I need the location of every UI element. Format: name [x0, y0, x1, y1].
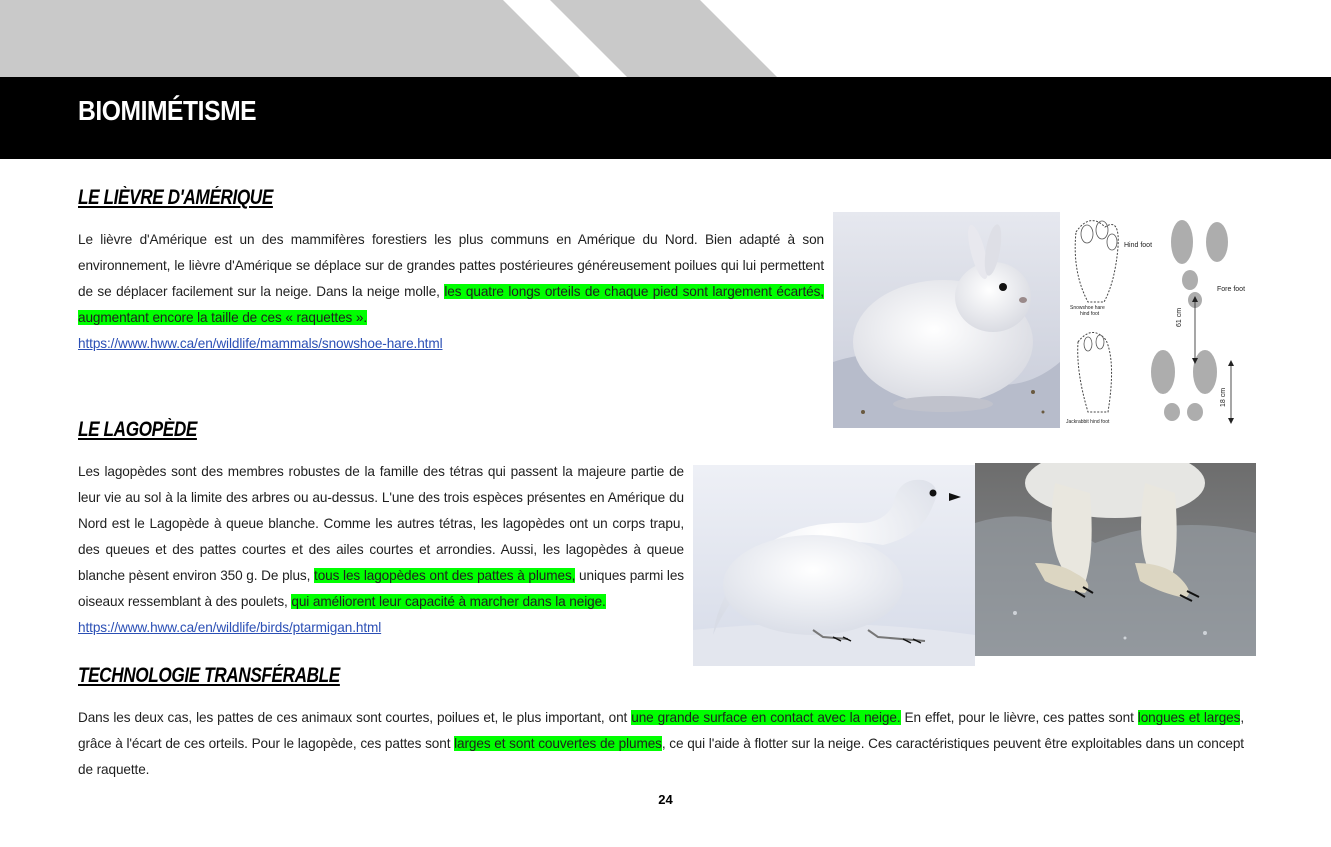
label-18cm: 18 cm [1220, 387, 1227, 407]
text-tech-2: En effet, pour le lièvre, ces pattes son… [900, 710, 1138, 725]
text-lagopede-1: Les lagopèdes sont des membres robustes … [78, 464, 684, 583]
label-hind-foot: Hind foot [1124, 242, 1153, 249]
label-61cm: 61 cm [1176, 307, 1183, 327]
page-number: 24 [658, 792, 673, 807]
section-title-lagopede: LE LAGOPÈDE [78, 418, 197, 441]
label-snowshoe-2: hind foot [1080, 311, 1100, 317]
section-title-technologie: TECHNOLOGIE TRANSFÉRABLE [78, 664, 340, 687]
paragraph-lagopede: Les lagopèdes sont des membres robustes … [78, 459, 684, 641]
link-snowshoe-hare[interactable]: https://www.hww.ca/en/wildlife/mammals/s… [78, 331, 443, 357]
text-tech-1: Dans les deux cas, les pattes de ces ani… [78, 710, 632, 725]
highlight-tech-2: longues et larges [1137, 710, 1241, 725]
label-fore-foot: Fore foot [1217, 286, 1246, 293]
paragraph-technologie: Dans les deux cas, les pattes de ces ani… [78, 705, 1244, 783]
highlight-tech-1: une grande surface en contact avec la ne… [631, 710, 901, 725]
decorative-header-band [0, 0, 1331, 77]
title-bar: BIOMIMÉTISME [0, 77, 1331, 159]
footprint-diagram: Hind foot Fore foot Snowshoe hare hind f… [1060, 212, 1258, 428]
snowshoe-hare-photo [833, 212, 1060, 428]
section-title-lievre: LE LIÈVRE D'AMÉRIQUE [78, 186, 273, 209]
feathered-feet-photo [975, 463, 1256, 656]
page-title: BIOMIMÉTISME [78, 95, 257, 126]
ptarmigan-photo [693, 465, 975, 666]
highlight-tech-3: larges et sont couvertes de plumes [454, 736, 662, 751]
link-ptarmigan[interactable]: https://www.hww.ca/en/wildlife/birds/pta… [78, 615, 381, 641]
highlight-lagopede-1: tous les lagopèdes ont des pattes à plum… [314, 568, 576, 583]
label-jackrabbit: Jackrabbit hind foot [1066, 419, 1110, 425]
highlight-lagopede-2: qui améliorent leur capacité à marcher d… [291, 594, 606, 609]
paragraph-lievre: Le lièvre d'Amérique est un des mammifèr… [78, 227, 824, 357]
